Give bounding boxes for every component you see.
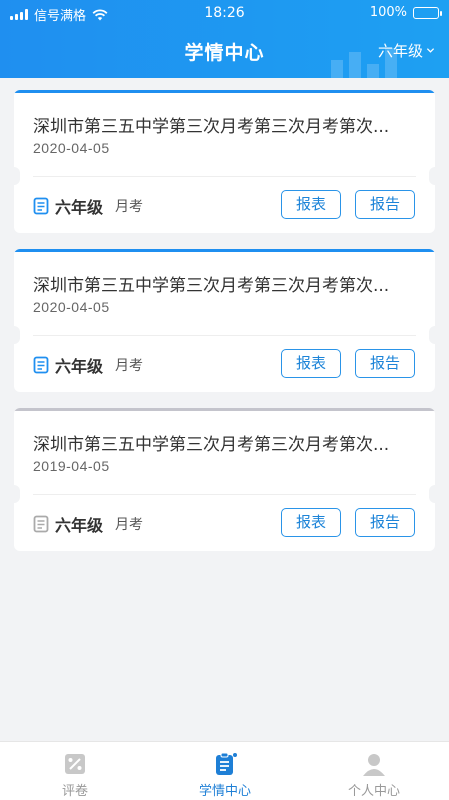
exam-card[interactable]: 深圳市第三五中学第三次月考第三次月考第次... 2020-04-05 六年级 月…	[14, 249, 435, 392]
tab-label: 个人中心	[347, 784, 400, 799]
grade-selector[interactable]: 六年级	[378, 40, 435, 61]
bottom-tab-bar: 评卷 学情中心 个人中心	[0, 741, 449, 800]
exam-title: 深圳市第三五中学第三次月考第三次月考第次...	[33, 117, 390, 137]
exam-title: 深圳市第三五中学第三次月考第三次月考第次...	[33, 435, 390, 455]
exam-card[interactable]: 深圳市第三五中学第三次月考第三次月考第次... 2019-04-05 六年级 月…	[14, 408, 435, 551]
tab-learning-center[interactable]: 学情中心	[150, 742, 300, 800]
exam-date: 2019-04-05	[33, 458, 110, 474]
battery-percent: 100%	[369, 5, 407, 20]
exam-date: 2020-04-05	[33, 299, 110, 315]
exam-type: 月考	[115, 358, 144, 374]
header-bar: 信号满格 18:26 100% 学情中心 六年级	[0, 0, 449, 78]
report-button[interactable]: 报告	[355, 508, 415, 537]
battery-icon	[413, 6, 442, 19]
report-button[interactable]: 报告	[355, 190, 415, 219]
exam-grade: 六年级	[55, 516, 104, 535]
exam-grade: 六年级	[55, 198, 104, 217]
grading-icon	[65, 754, 85, 774]
chevron-down-icon	[426, 48, 435, 53]
document-icon	[33, 197, 49, 215]
report-button[interactable]: 报告	[355, 349, 415, 378]
exam-type: 月考	[115, 199, 144, 215]
divider	[33, 176, 416, 177]
exam-date: 2020-04-05	[33, 140, 110, 156]
tab-label: 学情中心	[198, 784, 251, 799]
exam-card[interactable]: 深圳市第三五中学第三次月考第三次月考第次... 2020-04-05 六年级 月…	[14, 90, 435, 233]
tab-grading[interactable]: 评卷	[0, 742, 150, 800]
exam-grade: 六年级	[55, 357, 104, 376]
report-table-button[interactable]: 报表	[281, 190, 341, 219]
exam-type: 月考	[115, 517, 144, 533]
report-table-button[interactable]: 报表	[281, 508, 341, 537]
divider	[33, 494, 416, 495]
grade-selector-label: 六年级	[377, 42, 423, 60]
report-table-button[interactable]: 报表	[281, 349, 341, 378]
user-icon	[363, 754, 385, 776]
divider	[33, 335, 416, 336]
exam-title: 深圳市第三五中学第三次月考第三次月考第次...	[33, 276, 390, 296]
document-icon	[33, 356, 49, 374]
clipboard-icon	[216, 752, 237, 775]
status-bar: 信号满格 18:26 100%	[0, 0, 449, 26]
document-icon	[33, 515, 49, 533]
tab-personal-center[interactable]: 个人中心	[299, 742, 449, 800]
tab-label: 评卷	[61, 784, 88, 799]
